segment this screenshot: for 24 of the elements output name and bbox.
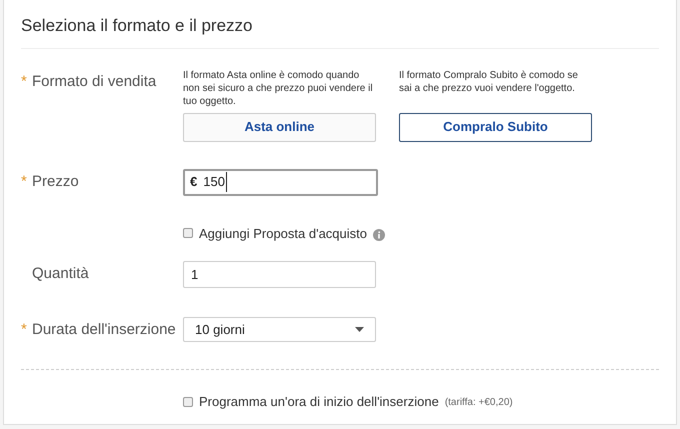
info-icon xyxy=(372,229,385,242)
format-description: Il formato Asta online è comodo quando non sei sicuro a che prezzo puoi vendere il tuo oggetto. xyxy=(183,68,374,108)
fee-note: (tariffa: +€0,20) xyxy=(444,396,513,410)
checkbox-label: Programma un'ora di inizio dell'inserzione xyxy=(199,393,439,411)
field-label: Prezzo xyxy=(32,172,79,192)
format-description: Il formato Compralo Subito è comodo se sai a che prezzo vuoi vendere l'oggetto. xyxy=(399,68,579,96)
section-title: Seleziona il formato e il prezzo xyxy=(21,0,659,48)
checkbox[interactable] xyxy=(183,228,193,238)
field-label: Durata dell'inserzione xyxy=(32,320,176,340)
format-button[interactable]: Asta online xyxy=(183,112,376,142)
checkbox[interactable] xyxy=(183,396,193,407)
price-value: 150 xyxy=(203,172,227,192)
quantity-field[interactable]: 1 xyxy=(183,261,376,288)
field-label: Formato di vendita xyxy=(32,72,156,92)
field-label: Quantità xyxy=(32,264,89,284)
currency-symbol: € xyxy=(190,173,198,192)
duration-select[interactable]: 10 giorni xyxy=(183,317,376,342)
caret-icon xyxy=(355,327,364,332)
required-asterisk: * xyxy=(21,320,28,340)
format-button[interactable]: Compralo Subito xyxy=(399,112,592,142)
required-asterisk: * xyxy=(21,72,28,92)
required-asterisk: * xyxy=(21,172,28,192)
price-field[interactable]: € 150 xyxy=(183,168,378,196)
checkbox-label: Aggiungi Proposta d'acquisto xyxy=(199,224,367,243)
